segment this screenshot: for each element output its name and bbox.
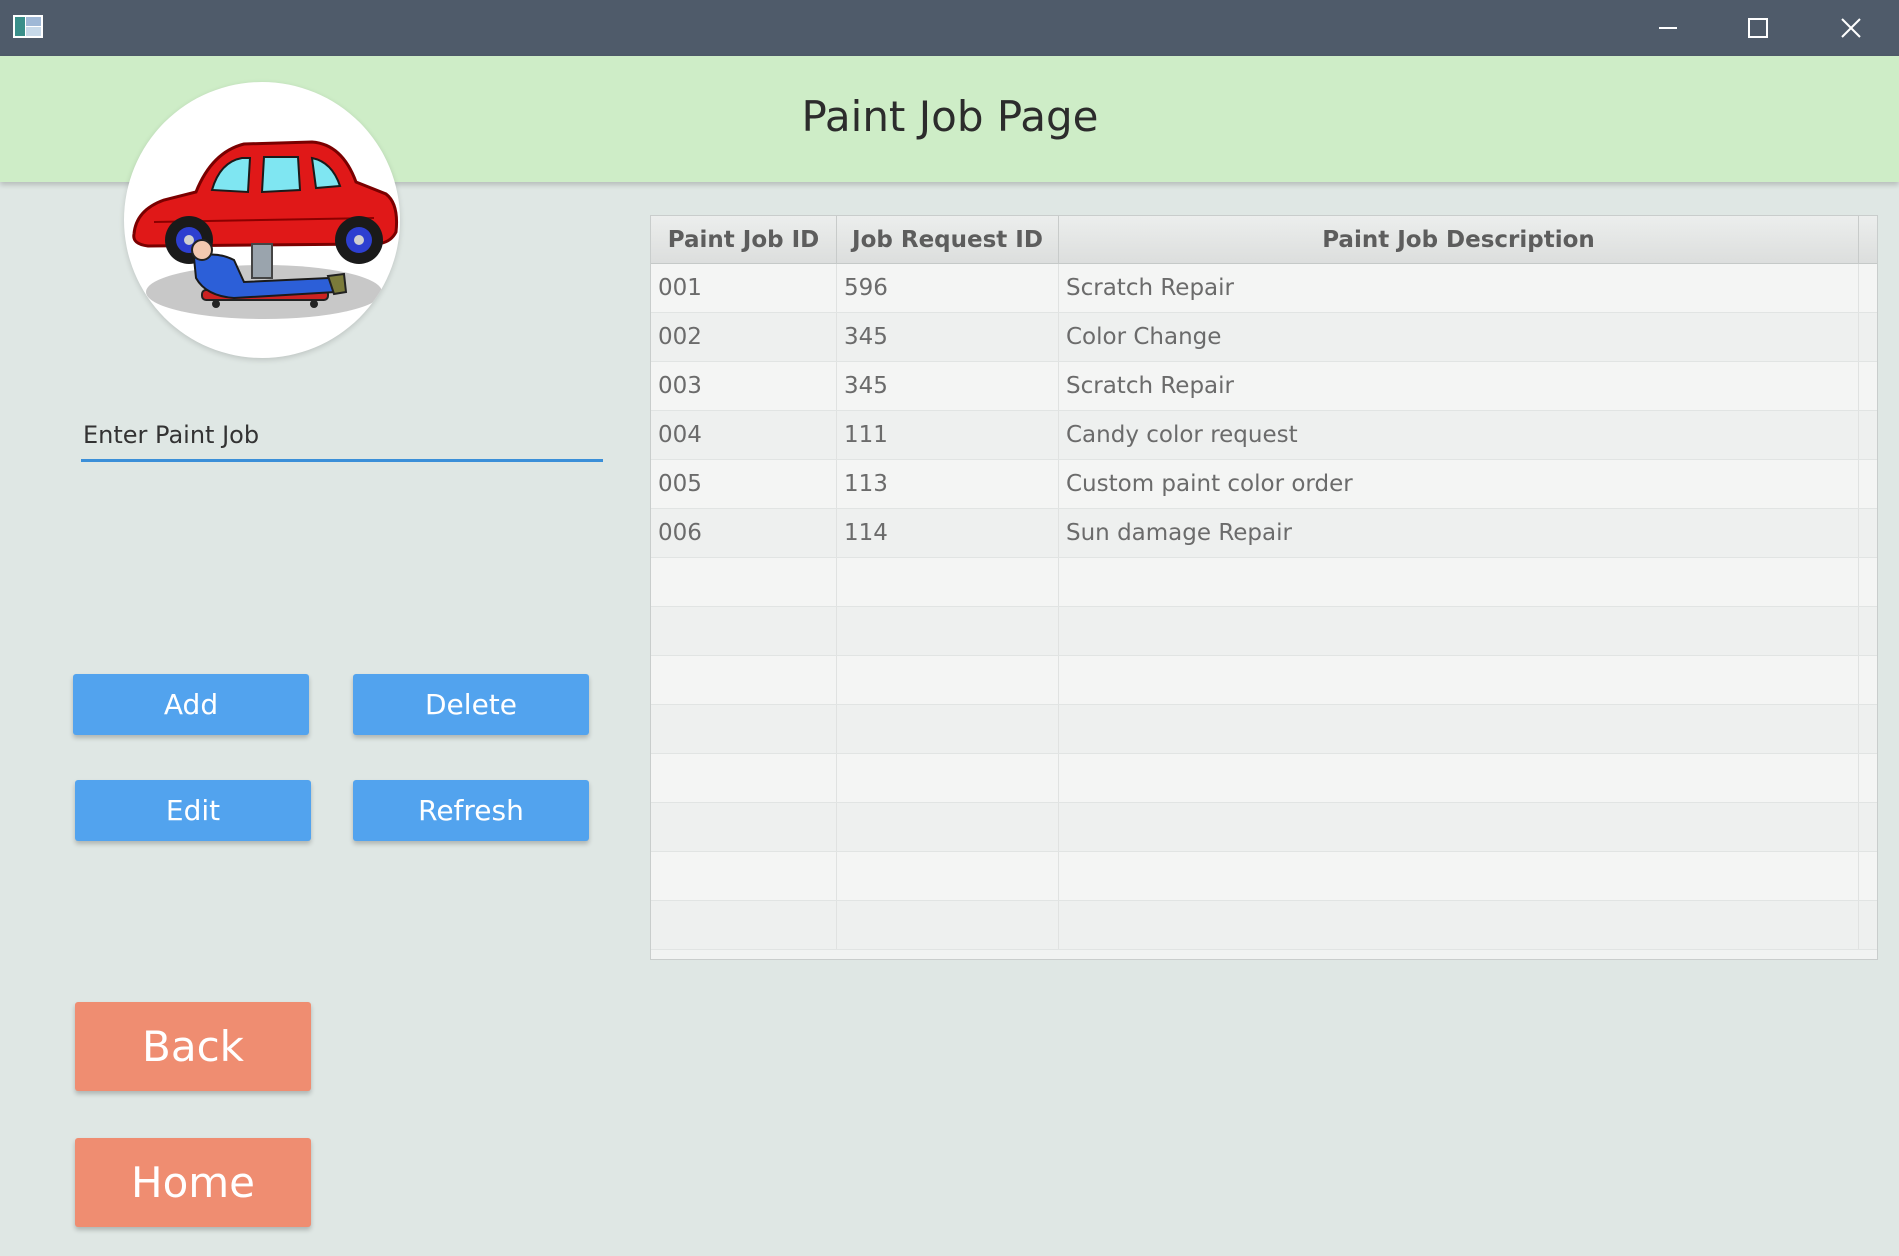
logo-illustration <box>132 140 398 319</box>
add-button[interactable]: Add <box>73 674 309 735</box>
empty-row <box>651 705 1877 754</box>
paint-job-input[interactable] <box>81 410 603 462</box>
cell-paint-job-id: 005 <box>651 460 837 508</box>
cell-paint-job-description: Scratch Repair <box>1059 362 1859 410</box>
edit-button[interactable]: Edit <box>75 780 311 841</box>
back-button[interactable]: Back <box>75 1002 311 1091</box>
cell-paint-job-description: Sun damage Repair <box>1059 509 1859 557</box>
column-header-job-request-id[interactable]: Job Request ID <box>837 216 1059 263</box>
cell-paint-job-id: 002 <box>651 313 837 361</box>
cell-paint-job-id: 003 <box>651 362 837 410</box>
cell-paint-job-id: 001 <box>651 264 837 312</box>
column-header-paint-job-description[interactable]: Paint Job Description <box>1059 216 1859 263</box>
cell-paint-job-description: Scratch Repair <box>1059 264 1859 312</box>
table-header: Paint Job ID Job Request ID Paint Job De… <box>651 216 1877 264</box>
car-mechanic-icon <box>124 82 400 358</box>
empty-row <box>651 901 1877 950</box>
table-row[interactable]: 003 345 Scratch Repair <box>651 362 1877 411</box>
home-button[interactable]: Home <box>75 1138 311 1227</box>
table-row[interactable]: 001 596 Scratch Repair <box>651 264 1877 313</box>
empty-row <box>651 852 1877 901</box>
cell-paint-job-description: Candy color request <box>1059 411 1859 459</box>
cell-job-request-id: 596 <box>837 264 1059 312</box>
column-header-paint-job-id[interactable]: Paint Job ID <box>651 216 837 263</box>
cell-paint-job-description: Color Change <box>1059 313 1859 361</box>
empty-row <box>651 558 1877 607</box>
paint-job-table[interactable]: Paint Job ID Job Request ID Paint Job De… <box>650 215 1878 960</box>
paint-job-field <box>81 410 603 464</box>
close-button[interactable] <box>1806 0 1896 56</box>
table-row[interactable]: 006 114 Sun damage Repair <box>651 509 1877 558</box>
cell-paint-job-id: 006 <box>651 509 837 557</box>
minimize-icon <box>1659 27 1677 29</box>
cell-job-request-id: 114 <box>837 509 1059 557</box>
cell-paint-job-id: 004 <box>651 411 837 459</box>
table-row[interactable]: 005 113 Custom paint color order <box>651 460 1877 509</box>
table-row[interactable]: 004 111 Candy color request <box>651 411 1877 460</box>
app-icon <box>13 15 43 38</box>
table-row[interactable]: 002 345 Color Change <box>651 313 1877 362</box>
maximize-button[interactable] <box>1713 0 1803 56</box>
cell-job-request-id: 113 <box>837 460 1059 508</box>
maximize-icon <box>1748 18 1768 38</box>
empty-row <box>651 754 1877 803</box>
cell-job-request-id: 111 <box>837 411 1059 459</box>
cell-job-request-id: 345 <box>837 313 1059 361</box>
empty-row <box>651 607 1877 656</box>
refresh-button[interactable]: Refresh <box>353 780 589 841</box>
empty-row <box>651 656 1877 705</box>
close-icon <box>1841 18 1861 38</box>
cell-paint-job-description: Custom paint color order <box>1059 460 1859 508</box>
table-body: 001 596 Scratch Repair 002 345 Color Cha… <box>651 264 1877 950</box>
empty-row <box>651 803 1877 852</box>
window-titlebar <box>0 0 1899 56</box>
column-header-filler <box>1859 216 1877 263</box>
page-title: Paint Job Page <box>801 92 1099 141</box>
delete-button[interactable]: Delete <box>353 674 589 735</box>
minimize-button[interactable] <box>1623 0 1713 56</box>
cell-job-request-id: 345 <box>837 362 1059 410</box>
